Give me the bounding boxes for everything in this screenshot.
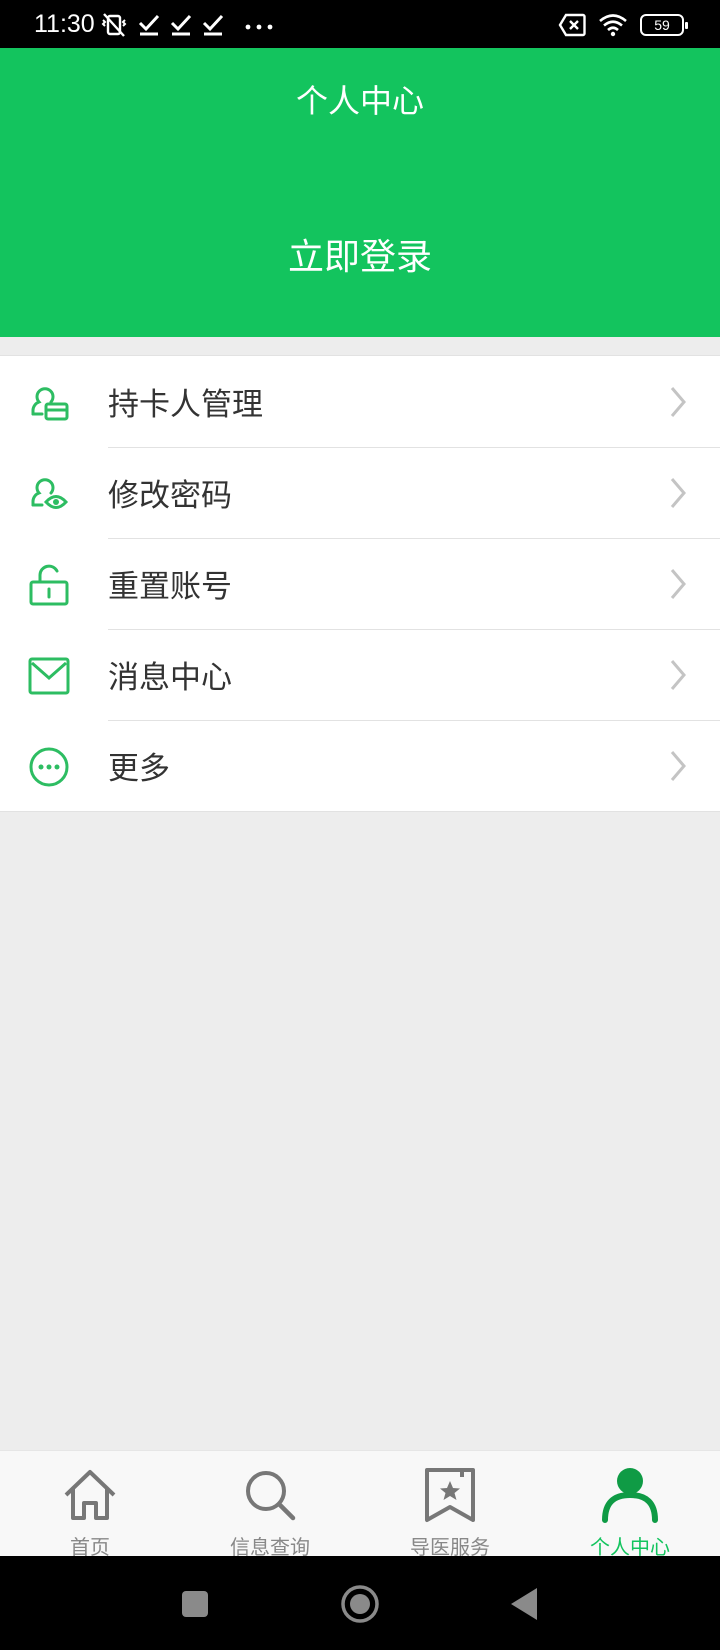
status-left-icons — [100, 12, 276, 38]
no-sim-icon — [558, 13, 586, 37]
home-icon — [64, 1470, 116, 1520]
status-bar: 11:30 59 — [0, 0, 720, 48]
tab-info-query[interactable]: 信息查询 — [180, 1451, 360, 1559]
check-icon — [202, 14, 224, 36]
chevron-right-icon — [670, 387, 686, 417]
unlock-icon — [29, 564, 69, 606]
status-time: 11:30 — [34, 10, 95, 38]
back-icon[interactable] — [505, 1584, 545, 1624]
page-title: 个人中心 — [295, 82, 424, 120]
menu-item-label: 重置账号 — [108, 569, 232, 605]
bookmark-star-icon — [425, 1468, 475, 1522]
mail-icon — [28, 657, 70, 695]
search-icon — [246, 1471, 296, 1521]
bottom-tab-bar: 首页 信息查询 导医服务 个人中心 — [0, 1450, 720, 1559]
battery-level: 59 — [654, 17, 670, 33]
recent-apps-icon[interactable] — [175, 1584, 215, 1624]
menu-item-label: 修改密码 — [108, 478, 232, 514]
menu-item-more[interactable]: 更多 — [0, 720, 720, 811]
chevron-right-icon — [670, 569, 686, 599]
menu-item-reset-account[interactable]: 重置账号 — [0, 538, 720, 629]
more-dots-icon — [245, 24, 273, 30]
home-button-icon[interactable] — [340, 1584, 380, 1624]
wifi-icon — [599, 14, 627, 37]
tab-home[interactable]: 首页 — [0, 1451, 180, 1559]
menu-item-label: 更多 — [108, 751, 170, 787]
chevron-right-icon — [670, 751, 686, 781]
menu-item-label: 消息中心 — [108, 660, 232, 696]
system-nav-bar — [0, 1556, 720, 1650]
chevron-right-icon — [670, 660, 686, 690]
chevron-right-icon — [670, 478, 686, 508]
login-button[interactable]: 立即登录 — [230, 228, 490, 288]
check-icon — [138, 14, 160, 36]
vibrate-off-icon — [101, 13, 127, 37]
menu-item-message-center[interactable]: 消息中心 — [0, 629, 720, 720]
settings-menu: 持卡人管理 修改密码 重置账号 消息中心 更多 — [0, 355, 720, 812]
check-icon — [170, 14, 192, 36]
battery-icon: 59 — [640, 14, 688, 36]
person-icon — [602, 1468, 658, 1523]
tab-guide-service[interactable]: 导医服务 — [360, 1451, 540, 1559]
more-circle-icon — [29, 747, 69, 787]
profile-header: 个人中心 立即登录 — [0, 48, 720, 337]
menu-item-change-password[interactable]: 修改密码 — [0, 447, 720, 538]
status-right-icons: 59 — [558, 11, 688, 39]
user-key-icon — [31, 478, 69, 509]
tab-profile[interactable]: 个人中心 — [540, 1451, 720, 1559]
menu-item-label: 持卡人管理 — [108, 387, 263, 423]
cardholder-icon — [31, 387, 69, 421]
menu-item-cardholder[interactable]: 持卡人管理 — [0, 356, 720, 447]
